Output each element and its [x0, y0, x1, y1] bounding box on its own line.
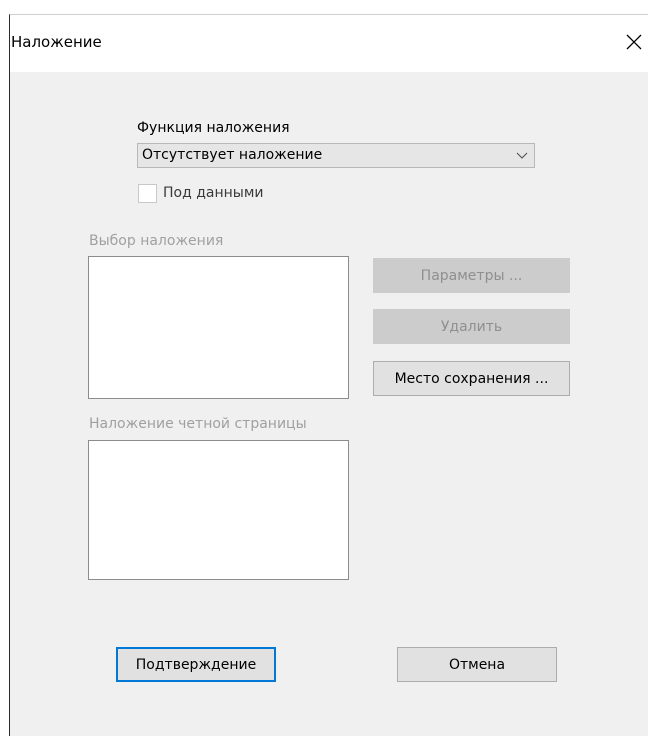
overlay-function-value: Отсутствует наложение — [142, 147, 323, 163]
overlay-function-select[interactable]: Отсутствует наложение — [137, 143, 535, 168]
even-page-list[interactable] — [88, 440, 349, 580]
overlay-function-label: Функция наложения — [137, 120, 290, 136]
overlay-select-list[interactable] — [88, 256, 349, 399]
even-page-label: Наложение четной страницы — [89, 416, 307, 432]
confirm-button[interactable]: Подтверждение — [116, 647, 276, 682]
under-data-checkbox[interactable] — [138, 184, 157, 203]
overlay-dialog: Наложение Функция наложения Отсутствует … — [9, 14, 648, 736]
overlay-select-label: Выбор наложения — [89, 233, 224, 249]
title-bar: Наложение — [10, 15, 648, 72]
under-data-label: Под данными — [163, 185, 264, 201]
parameters-button[interactable]: Параметры ... — [373, 258, 570, 293]
chevron-down-icon — [516, 152, 528, 159]
close-icon — [626, 34, 642, 50]
cancel-button[interactable]: Отмена — [397, 647, 557, 682]
delete-button[interactable]: Удалить — [373, 309, 570, 344]
dialog-title: Наложение — [11, 33, 102, 51]
close-button[interactable] — [620, 27, 648, 55]
save-location-button[interactable]: Место сохранения ... — [373, 361, 570, 396]
